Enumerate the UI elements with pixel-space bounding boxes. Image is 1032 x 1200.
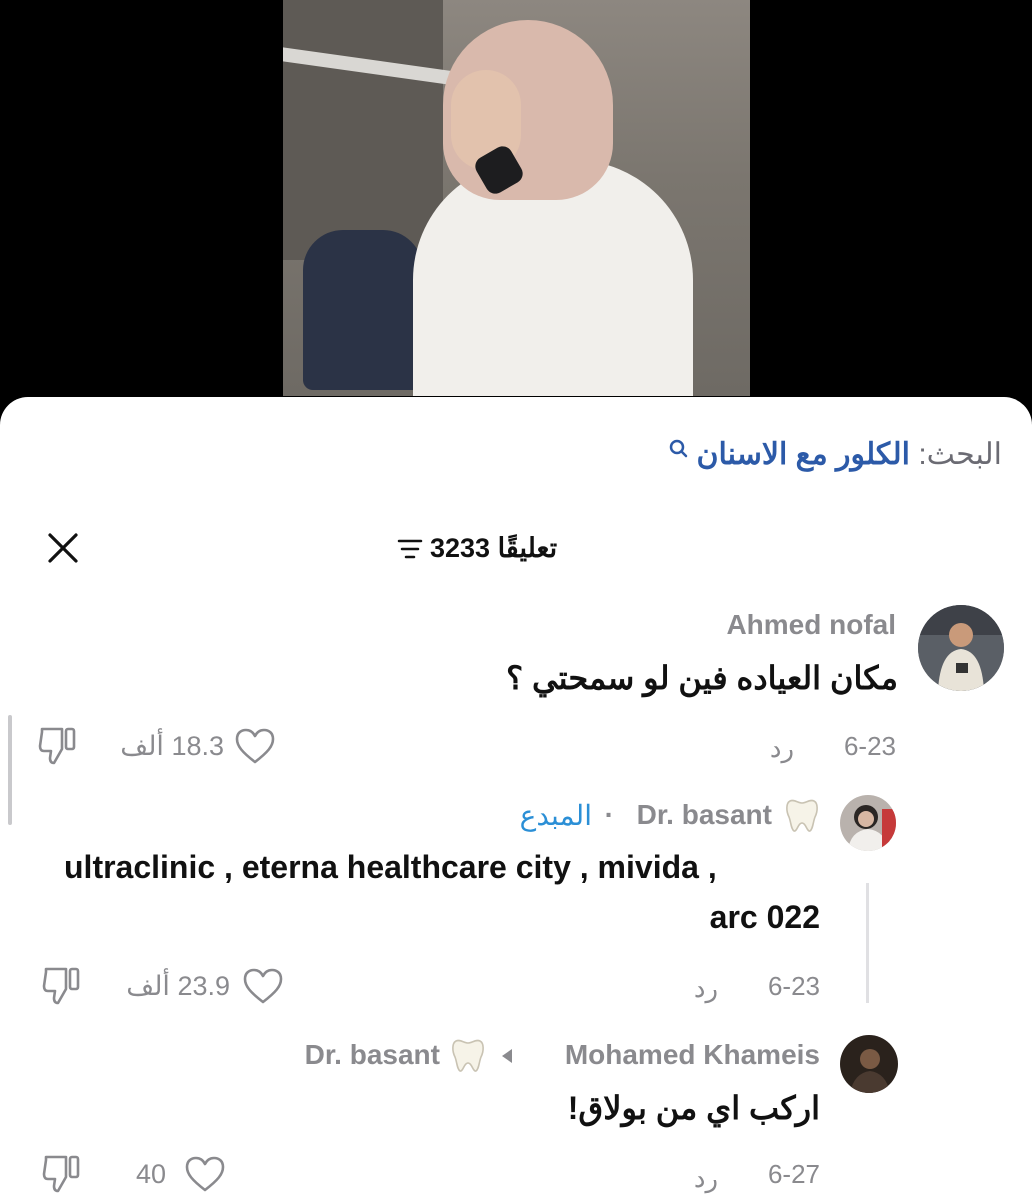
avatar[interactable] <box>918 605 1004 691</box>
reply-button[interactable]: رد <box>770 733 794 764</box>
video-area <box>0 0 1032 420</box>
avatar-image <box>918 605 1004 691</box>
heart-icon[interactable] <box>184 1155 226 1193</box>
dislike-icon[interactable] <box>42 1153 82 1195</box>
comment-text: اركب اي من بولاق! <box>567 1090 820 1126</box>
comment-text-line2: arc 022 <box>709 899 820 935</box>
dislike-icon[interactable] <box>38 725 78 767</box>
avatar[interactable] <box>840 795 896 851</box>
comment-author[interactable]: Mohamed Khameis <box>565 1039 820 1071</box>
dental-chair <box>303 230 423 390</box>
comment-text: مكان العياده فين لو سمحتي ؟ <box>506 660 898 696</box>
thread-line <box>866 883 869 1003</box>
heart-icon[interactable] <box>242 967 284 1005</box>
like-count: 18.3 ألف <box>120 731 224 761</box>
separator-dot: · <box>604 799 614 830</box>
comment-date: 6-23 <box>843 731 896 761</box>
avatar-image <box>840 1035 898 1093</box>
like-count: 23.9 ألف <box>126 971 230 1001</box>
search-query[interactable]: الكلور مع الاسنان <box>696 438 909 471</box>
comment-author[interactable]: Dr. basant <box>637 799 772 831</box>
search-prefix: البحث: <box>918 438 1002 471</box>
reply-to-author[interactable]: Dr. basant <box>305 1039 440 1071</box>
comment-count: 3233 تعليقًا <box>430 533 558 563</box>
search-icon <box>669 439 688 458</box>
comment-date: 6-23 <box>767 971 820 1001</box>
dislike-icon[interactable] <box>42 965 82 1007</box>
video-thumbnail[interactable] <box>283 0 750 396</box>
reply-button[interactable]: رد <box>694 973 718 1004</box>
avatar[interactable] <box>840 1035 898 1093</box>
scrollbar[interactable] <box>8 715 12 825</box>
close-icon[interactable] <box>46 531 80 565</box>
comment-author[interactable]: Ahmed nofal <box>726 609 896 641</box>
search-suggestion[interactable]: البحث: الكلور مع الاسنان <box>668 437 1002 472</box>
comment-text-line1: ultraclinic , eterna healthcare city , m… <box>64 849 717 885</box>
creator-badge: المبدع <box>519 800 592 831</box>
tooth-icon <box>786 799 818 832</box>
sort-icon[interactable] <box>397 537 423 561</box>
tooth-icon <box>452 1039 484 1072</box>
comment-date: 6-27 <box>767 1159 820 1189</box>
reply-arrow-icon <box>502 1049 512 1063</box>
like-count: 40 <box>136 1159 167 1189</box>
comments-sheet: البحث: الكلور مع الاسنان 3233 تعليقًا Ah… <box>0 397 1032 1200</box>
reply-button[interactable]: رد <box>694 1163 718 1194</box>
comments-header: 3233 تعليقًا <box>0 525 1032 569</box>
avatar-image <box>840 795 896 851</box>
heart-icon[interactable] <box>234 727 276 765</box>
